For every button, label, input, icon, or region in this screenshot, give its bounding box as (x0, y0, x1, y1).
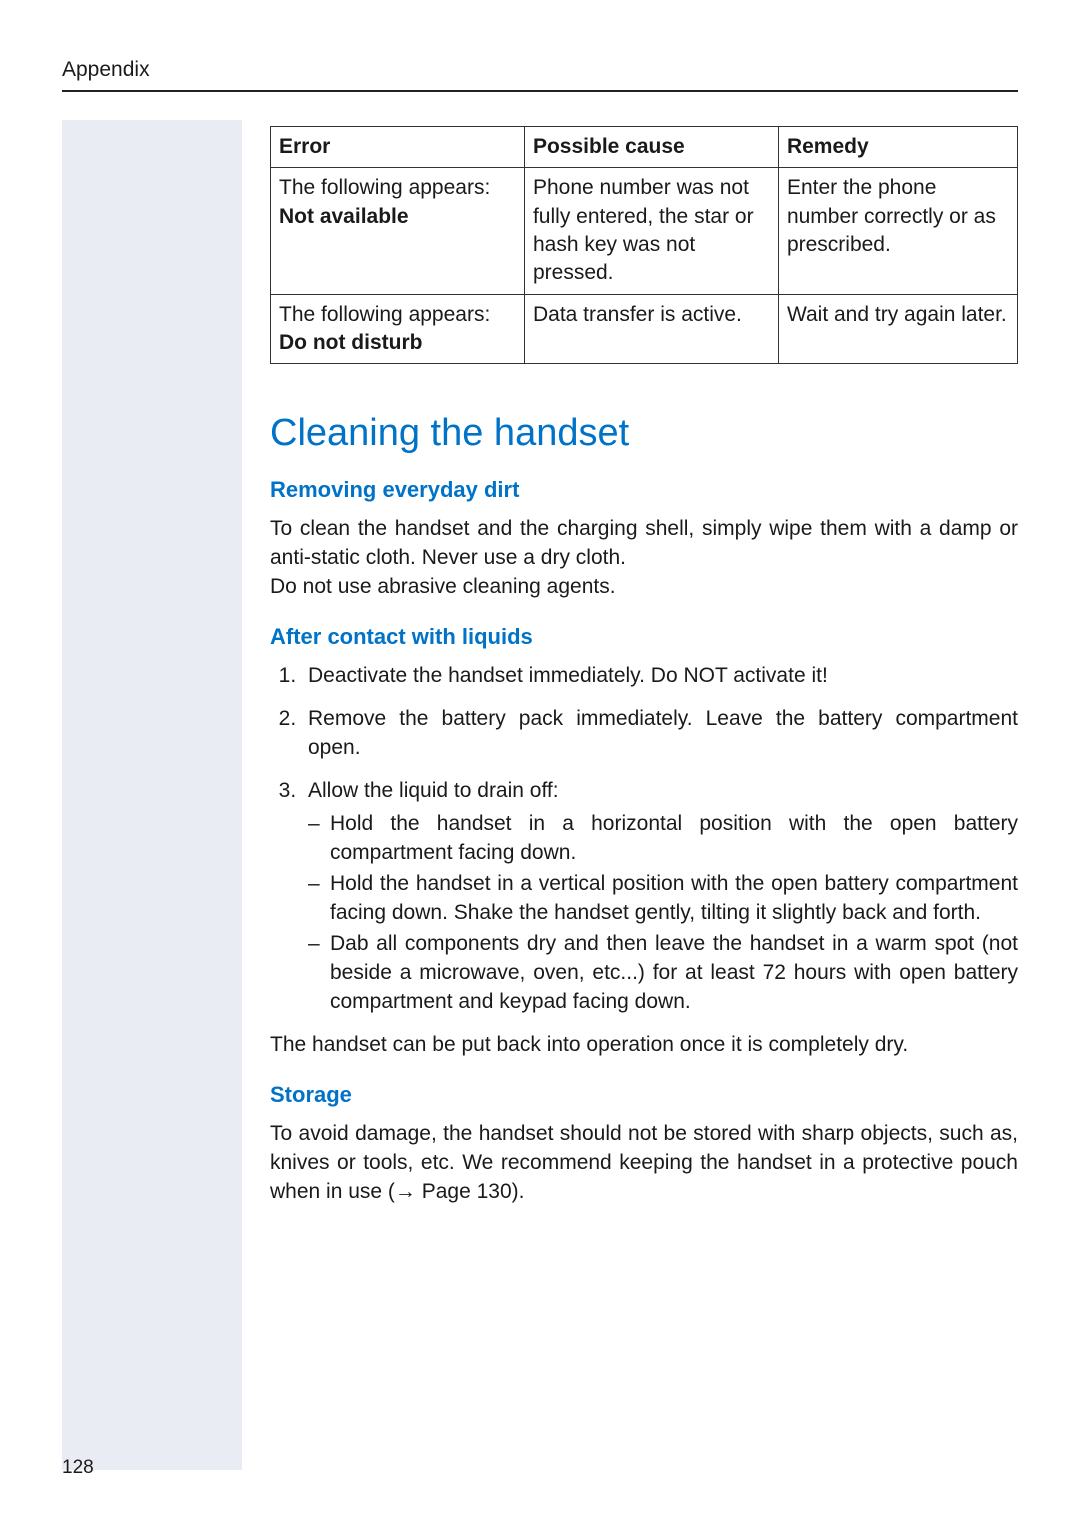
step-text: Deactivate the handset immediately. Do N… (308, 664, 828, 687)
page-ref: Page 130 (416, 1180, 512, 1203)
running-header: Appendix (62, 58, 1018, 82)
para-removing-dirt: To clean the handset and the charging sh… (270, 515, 1018, 602)
table-row: The following appears: Not available Pho… (271, 168, 1018, 294)
error-prefix: The following appears: (279, 303, 490, 326)
dash-bullet: – (308, 870, 330, 928)
arrow-right-icon: → (395, 1180, 416, 1203)
list-item: Remove the battery pack immediately. Lea… (302, 705, 1018, 763)
sidebar-block (62, 120, 242, 1470)
error-message: Do not disturb (279, 331, 422, 354)
cell-cause: Data transfer is active. (524, 294, 778, 364)
para-closing: The handset can be put back into operati… (270, 1031, 1018, 1060)
main-column: Error Possible cause Remedy The followin… (242, 120, 1018, 1470)
cell-cause: Phone number was not fully entered, the … (524, 168, 778, 294)
para-storage: To avoid damage, the handset should not … (270, 1120, 1018, 1207)
error-prefix: The following appears: (279, 176, 490, 199)
th-cause: Possible cause (524, 127, 778, 168)
step-text: Allow the liquid to drain off: (308, 779, 559, 802)
th-error: Error (271, 127, 525, 168)
dash-text: Hold the handset in a vertical position … (330, 870, 1018, 928)
storage-text-post: ). (512, 1180, 525, 1203)
list-item: Allow the liquid to drain off: –Hold the… (302, 777, 1018, 1017)
list-item: Deactivate the handset immediately. Do N… (302, 662, 1018, 691)
dash-text: Dab all components dry and then leave th… (330, 930, 1018, 1017)
dash-text: Hold the handset in a horizontal positio… (330, 810, 1018, 868)
cell-remedy: Enter the phone number correctly or as p… (778, 168, 1017, 294)
th-remedy: Remedy (778, 127, 1017, 168)
list-item: –Hold the handset in a vertical position… (308, 870, 1018, 928)
subheading-removing-dirt: Removing everyday dirt (270, 477, 1018, 503)
list-item: –Dab all components dry and then leave t… (308, 930, 1018, 1017)
cell-error: The following appears: Do not disturb (271, 294, 525, 364)
subheading-after-liquids: After contact with liquids (270, 624, 1018, 650)
dash-bullet: – (308, 810, 330, 868)
error-message: Not available (279, 205, 409, 228)
cell-remedy: Wait and try again later. (778, 294, 1017, 364)
list-item: –Hold the handset in a horizontal positi… (308, 810, 1018, 868)
step-text: Remove the battery pack immediately. Lea… (308, 707, 1018, 759)
subheading-storage: Storage (270, 1082, 1018, 1108)
page-number: 128 (62, 1457, 94, 1479)
steps-list: Deactivate the handset immediately. Do N… (270, 662, 1018, 1017)
header-rule (62, 90, 1018, 92)
dash-list: –Hold the handset in a horizontal positi… (308, 810, 1018, 1017)
table-row: The following appears: Do not disturb Da… (271, 294, 1018, 364)
document-page: Appendix Error Possible cause Remedy The… (0, 0, 1080, 1529)
storage-text-pre: To avoid damage, the handset should not … (270, 1122, 1018, 1203)
troubleshooting-table: Error Possible cause Remedy The followin… (270, 126, 1018, 364)
dash-bullet: – (308, 930, 330, 1017)
content-columns: Error Possible cause Remedy The followin… (62, 120, 1018, 1470)
cell-error: The following appears: Not available (271, 168, 525, 294)
section-title: Cleaning the handset (270, 412, 1018, 455)
